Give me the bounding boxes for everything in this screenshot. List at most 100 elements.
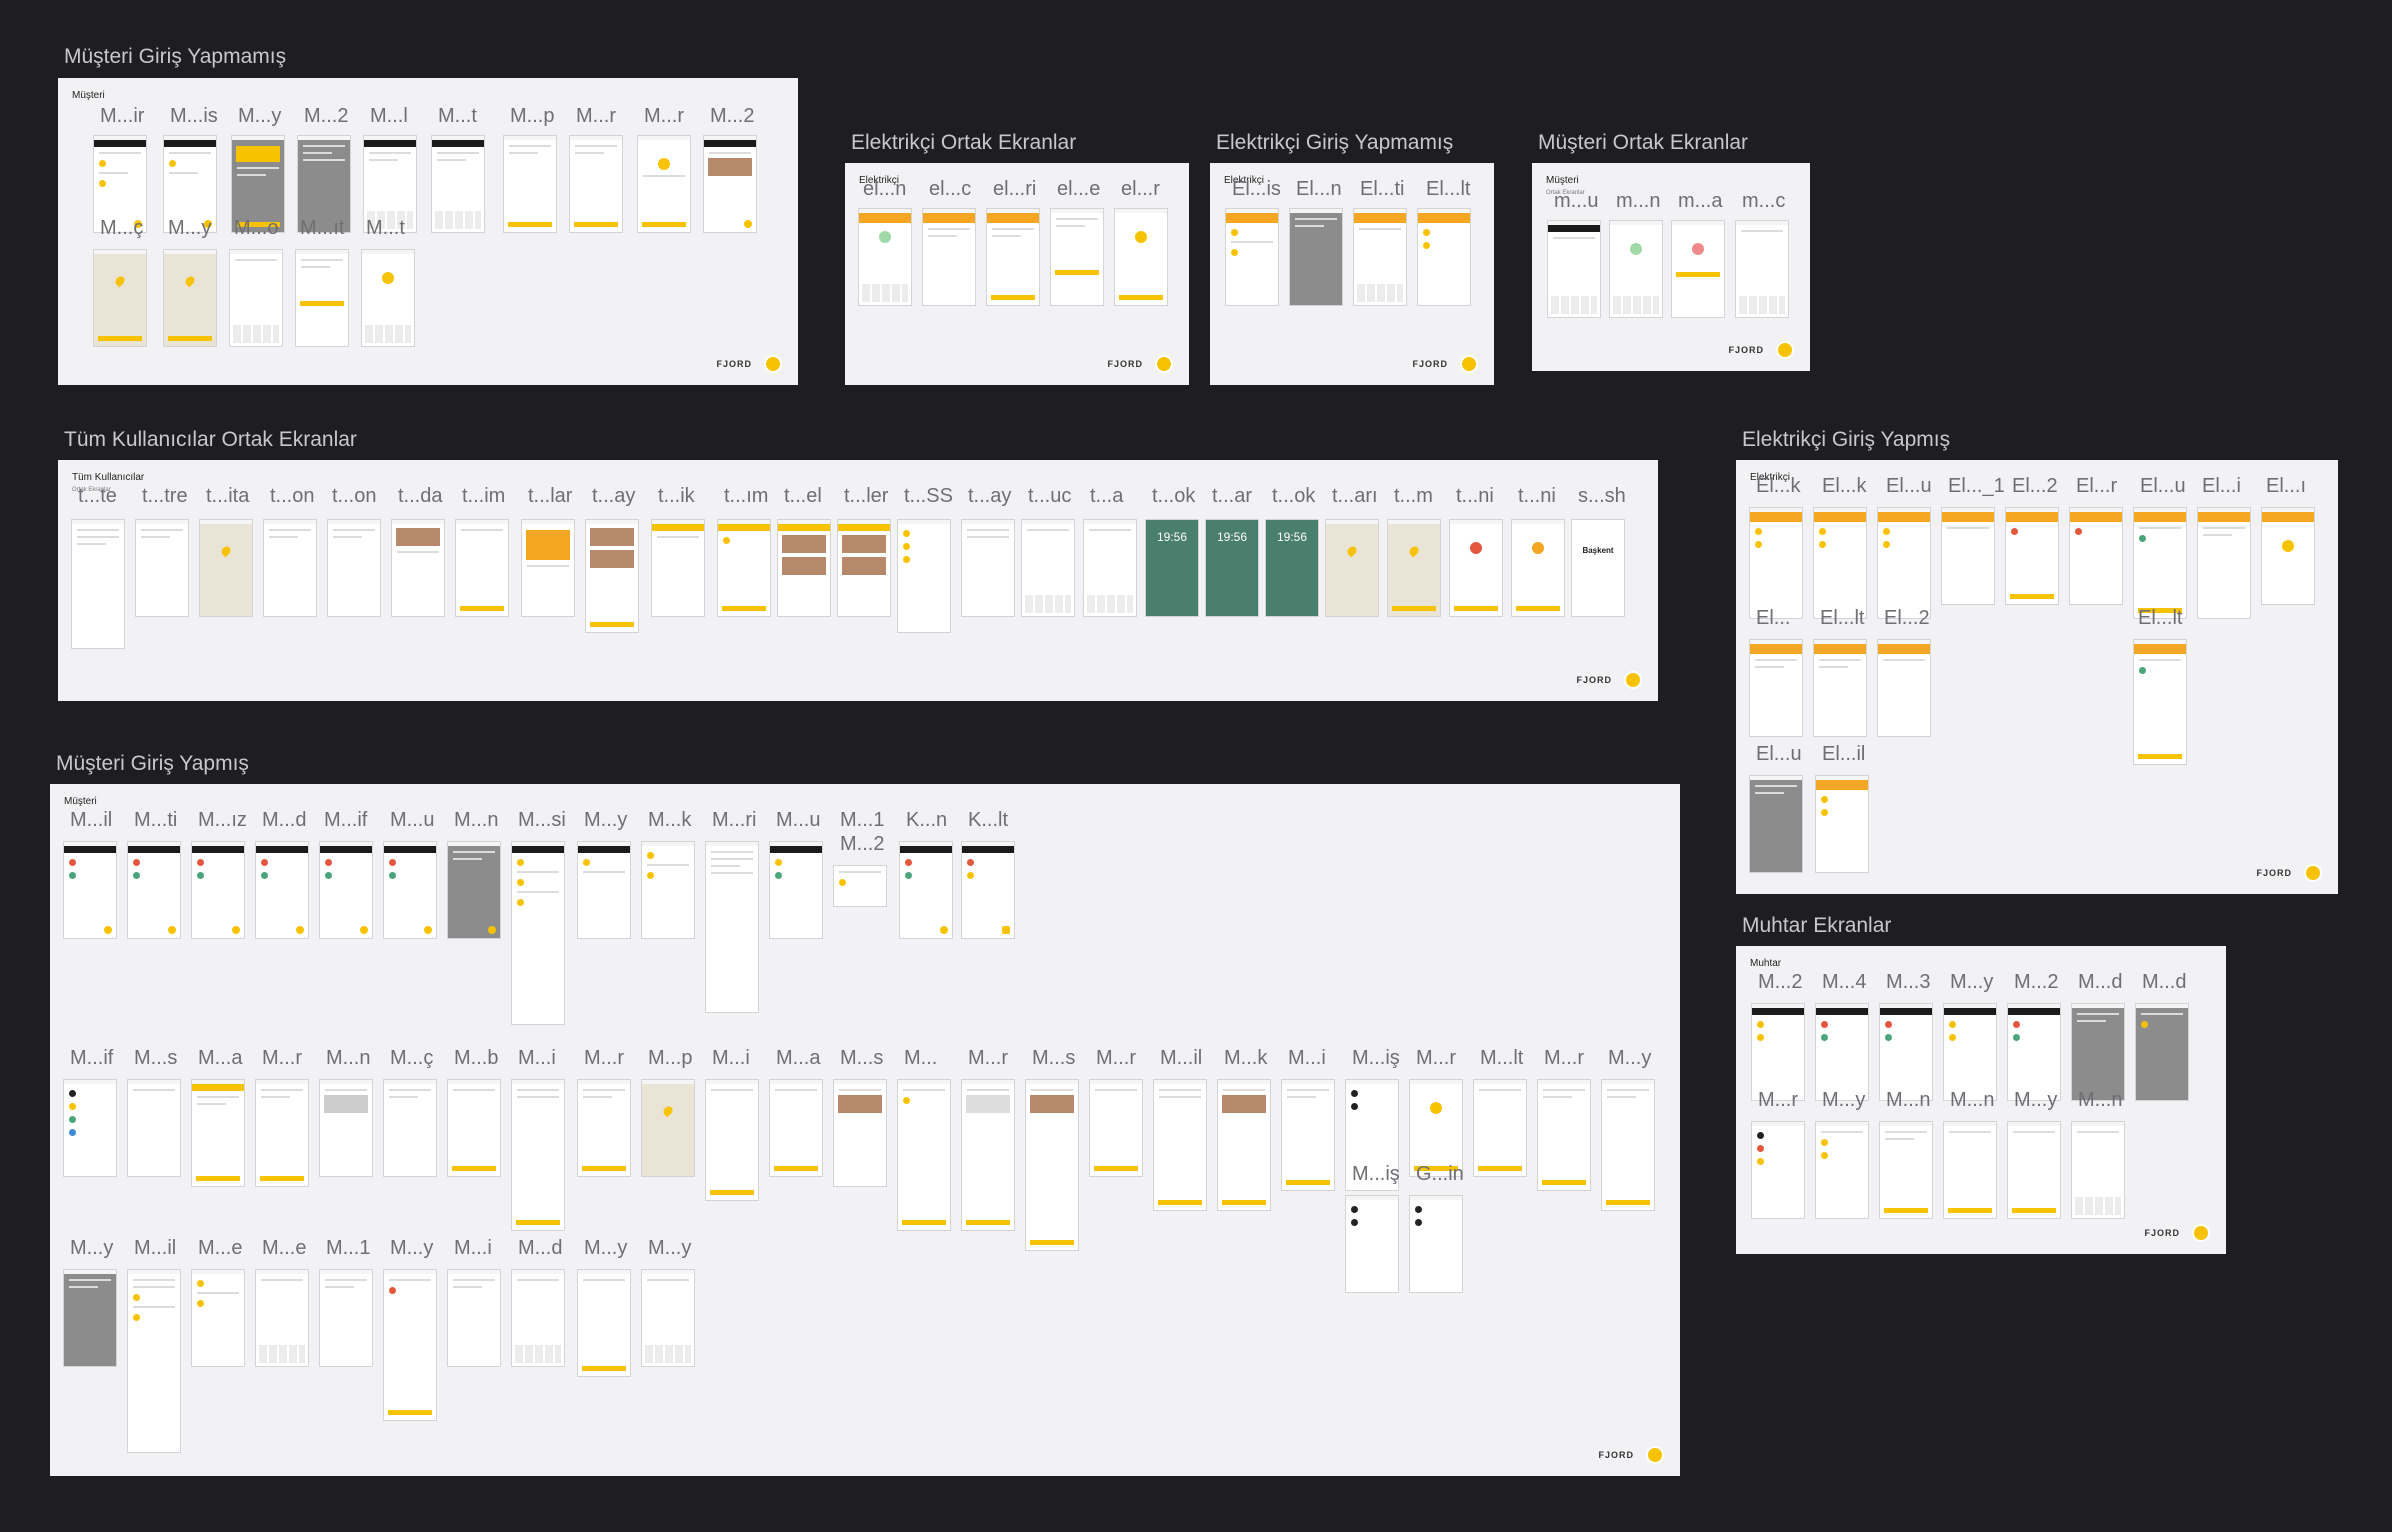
screen-thumbnail[interactable]: [834, 866, 886, 906]
screen-thumbnail[interactable]: [642, 842, 694, 938]
screen-thumbnail[interactable]: [1022, 520, 1074, 616]
screen-thumbnail[interactable]: [512, 1080, 564, 1230]
screen-thumbnail[interactable]: [2008, 1122, 2060, 1218]
screen-thumbnail[interactable]: [2134, 640, 2186, 764]
screen-thumbnail[interactable]: [578, 842, 630, 938]
screen-thumbnail[interactable]: [2136, 1004, 2188, 1100]
screen-thumbnail[interactable]: [2072, 1122, 2124, 1218]
artboard-musteri-ortak[interactable]: Müşteri Ortak Ekranlar m...u m...n m...a …: [1532, 163, 1810, 371]
artboard-elektrikci-ortak[interactable]: Elektrikçi el...n el...c el...ri el...e …: [845, 163, 1189, 385]
screen-thumbnail[interactable]: [770, 842, 822, 938]
lock-screen-thumbnail[interactable]: 19:56: [1146, 520, 1198, 616]
screen-thumbnail[interactable]: [1410, 1196, 1462, 1292]
screen-thumbnail[interactable]: [838, 520, 890, 616]
screen-thumbnail[interactable]: [136, 520, 188, 616]
screen-thumbnail[interactable]: [778, 520, 830, 616]
screen-thumbnail[interactable]: [320, 1080, 372, 1176]
screen-thumbnail[interactable]: [859, 209, 911, 305]
screen-thumbnail[interactable]: [64, 1080, 116, 1176]
screen-thumbnail[interactable]: [522, 520, 574, 616]
artboard-musteri-giris-yapmis[interactable]: Müşteri M...il M...ti M...ız M...d M...i…: [50, 784, 1680, 1476]
screen-thumbnail[interactable]: [392, 520, 444, 616]
screen-thumbnail[interactable]: [384, 1270, 436, 1420]
screen-thumbnail[interactable]: [328, 520, 380, 616]
splash-thumbnail[interactable]: Başkent: [1572, 520, 1624, 616]
screen-thumbnail[interactable]: [128, 1080, 180, 1176]
screen-thumbnail[interactable]: [512, 842, 564, 1024]
screen-thumbnail[interactable]: [962, 1080, 1014, 1230]
screen-thumbnail[interactable]: [770, 1080, 822, 1176]
lock-screen-thumbnail[interactable]: 19:56: [1206, 520, 1258, 616]
screen-thumbnail[interactable]: [1418, 209, 1470, 305]
screen-thumbnail[interactable]: [706, 842, 758, 1012]
screen-thumbnail[interactable]: [1115, 209, 1167, 305]
screen-thumbnail[interactable]: [1354, 209, 1406, 305]
artboard-elektrikci-giris-yapmis[interactable]: Elektrikçi El...k El...k El...u El..._1 …: [1736, 460, 2338, 894]
screen-thumbnail[interactable]: [456, 520, 508, 616]
artboard-musteri-giris-yapmamis[interactable]: Müşteri M...ir M...is M...y M...2 M...l …: [58, 78, 798, 385]
artboard-tum-kullanicilar[interactable]: Tüm Kullanıcılar Ortak Ekranlar t...te t.…: [58, 460, 1658, 701]
artboard-elektrikci-giris-yapmamis[interactable]: Elektrikçi El...is El...n El...ti El...l…: [1210, 163, 1494, 385]
screen-thumbnail[interactable]: [200, 520, 252, 616]
screen-thumbnail[interactable]: [2072, 1004, 2124, 1100]
screen-thumbnail[interactable]: [1388, 520, 1440, 616]
screen-thumbnail[interactable]: [1672, 221, 1724, 317]
screen-thumbnail[interactable]: [1474, 1080, 1526, 1176]
screen-thumbnail[interactable]: [1290, 209, 1342, 305]
screen-thumbnail[interactable]: [448, 1270, 500, 1366]
screen-thumbnail[interactable]: [987, 209, 1039, 305]
screen-thumbnail[interactable]: [570, 136, 622, 232]
screen-thumbnail[interactable]: [638, 136, 690, 232]
screen-thumbnail[interactable]: [384, 842, 436, 938]
screen-thumbnail[interactable]: [900, 842, 952, 938]
screen-thumbnail[interactable]: [1538, 1080, 1590, 1190]
screen-thumbnail[interactable]: [320, 1270, 372, 1366]
screen-thumbnail[interactable]: [128, 1270, 180, 1452]
screen-thumbnail[interactable]: [962, 842, 1014, 938]
screen-thumbnail[interactable]: [1090, 1080, 1142, 1176]
screen-thumbnail[interactable]: [1942, 508, 1994, 604]
screen-thumbnail[interactable]: [512, 1270, 564, 1366]
screen-thumbnail[interactable]: [94, 250, 146, 346]
screen-thumbnail[interactable]: [586, 520, 638, 632]
screen-thumbnail[interactable]: [2198, 508, 2250, 618]
screen-thumbnail[interactable]: [1084, 520, 1136, 616]
screen-thumbnail[interactable]: [448, 1080, 500, 1176]
screen-thumbnail[interactable]: [1878, 508, 1930, 618]
screen-thumbnail[interactable]: [1610, 221, 1662, 317]
screen-thumbnail[interactable]: [432, 136, 484, 232]
screen-thumbnail[interactable]: [962, 520, 1014, 616]
screen-thumbnail[interactable]: [230, 250, 282, 346]
screen-thumbnail[interactable]: [264, 520, 316, 616]
screen-thumbnail[interactable]: [898, 1080, 950, 1230]
screen-thumbnail[interactable]: [1736, 221, 1788, 317]
screen-thumbnail[interactable]: [192, 1270, 244, 1366]
screen-thumbnail[interactable]: [1410, 1080, 1462, 1176]
screen-thumbnail[interactable]: [164, 250, 216, 346]
screen-thumbnail[interactable]: [1814, 508, 1866, 618]
screen-thumbnail[interactable]: [1548, 221, 1600, 317]
screen-thumbnail[interactable]: [2006, 508, 2058, 604]
screen-thumbnail[interactable]: [642, 1270, 694, 1366]
screen-thumbnail[interactable]: [64, 1270, 116, 1366]
screen-thumbnail[interactable]: [192, 842, 244, 938]
screen-thumbnail[interactable]: [1944, 1004, 1996, 1100]
screen-thumbnail[interactable]: [1878, 640, 1930, 736]
screen-thumbnail[interactable]: [320, 842, 372, 938]
screen-thumbnail[interactable]: [834, 1080, 886, 1186]
screen-thumbnail[interactable]: [578, 1080, 630, 1176]
screen-thumbnail[interactable]: [192, 1080, 244, 1186]
screen-thumbnail[interactable]: [1816, 776, 1868, 872]
screen-thumbnail[interactable]: [256, 1080, 308, 1186]
screen-thumbnail[interactable]: [1750, 776, 1802, 872]
screen-thumbnail[interactable]: [898, 520, 950, 632]
artboard-muhtar[interactable]: Muhtar M...2 M...4 M...3 M...y M...2 M..…: [1736, 946, 2226, 1254]
screen-thumbnail[interactable]: [1816, 1122, 1868, 1218]
screen-thumbnail[interactable]: [64, 842, 116, 938]
screen-thumbnail[interactable]: [362, 250, 414, 346]
screen-thumbnail[interactable]: [1154, 1080, 1206, 1210]
screen-thumbnail[interactable]: [296, 250, 348, 346]
screen-thumbnail[interactable]: [1512, 520, 1564, 616]
screen-thumbnail[interactable]: [704, 136, 756, 232]
screen-thumbnail[interactable]: [923, 209, 975, 305]
